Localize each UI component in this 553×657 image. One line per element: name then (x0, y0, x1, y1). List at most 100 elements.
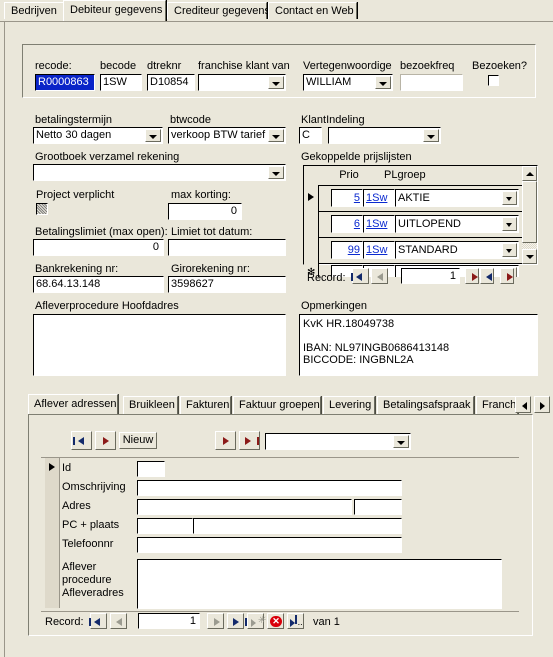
chevron-down-icon[interactable] (502, 191, 517, 205)
becode-input[interactable]: 1SW (100, 74, 142, 91)
grid-vertical-scrollbar[interactable] (522, 166, 537, 264)
table-row[interactable]: 5 1Sw AKTIE (304, 185, 537, 212)
tab-levering[interactable]: Levering (323, 396, 375, 414)
chevron-down-icon[interactable] (145, 129, 161, 142)
subform-last-record-button[interactable] (239, 431, 260, 450)
prijslijsten-previous-record-button[interactable] (371, 268, 388, 284)
betalingstermijn-combo[interactable]: Netto 30 dagen (33, 127, 163, 144)
subform-nav-last-button[interactable] (227, 613, 247, 629)
tab-contact-en-web[interactable]: Contact en Web (268, 2, 357, 19)
grid-cell-plgroep[interactable]: UITLOPEND (395, 215, 519, 233)
table-row[interactable]: 6 1Sw UITLOPEND (304, 211, 537, 238)
vertegenwoordige-combo[interactable]: WILLIAM (303, 74, 393, 91)
chevron-down-icon[interactable] (268, 166, 284, 179)
subform-next-record-button[interactable] (215, 431, 236, 450)
subform-nav-new-record-button[interactable]: ✳ (247, 613, 265, 629)
scroll-up-icon[interactable] (522, 166, 537, 181)
subform-afleverprocedure-textarea[interactable] (137, 559, 502, 609)
tab-bedrijven[interactable]: Bedrijven (4, 2, 72, 19)
tab-betalingsafspraak[interactable]: Betalingsafspraak (377, 396, 474, 414)
subform-nav-previous-button[interactable] (110, 613, 127, 629)
subform-input-plaats[interactable] (193, 518, 402, 534)
tab-faktuur-groepen[interactable]: Faktuur groepen (233, 396, 321, 414)
subform-input-omschrijving[interactable] (137, 480, 402, 496)
prijslijsten-record-number-input[interactable]: 1 (401, 268, 460, 284)
grid-cell-code[interactable]: 1Sw (363, 241, 395, 259)
subform-record-selector-combo[interactable] (265, 433, 411, 450)
betalingslimiet-input[interactable]: 0 (33, 239, 164, 256)
subform-input-id[interactable] (137, 461, 165, 477)
scroll-down-icon[interactable] (522, 249, 537, 264)
grid-cell-code[interactable]: 1Sw (363, 189, 395, 207)
max-korting-input[interactable]: 0 (168, 203, 242, 220)
grid-cell-prio[interactable]: 6 (331, 215, 363, 233)
dtreknr-input[interactable]: D10854 (147, 74, 195, 91)
chevron-down-icon[interactable] (393, 435, 409, 448)
chevron-down-icon[interactable] (268, 76, 284, 89)
grid-cell-plgroep[interactable]: AKTIE (395, 189, 519, 207)
afleverprocedure-hoofdadres-textarea[interactable] (33, 314, 286, 376)
bezoekfreq-input[interactable] (400, 74, 463, 91)
tab-debiteur-gegevens[interactable]: Debiteur gegevens (63, 0, 166, 21)
table-row[interactable]: 99 1Sw STANDARD (304, 237, 537, 264)
recode-input[interactable]: R0000863 (35, 74, 95, 91)
bankrekening-input[interactable]: 68.64.13.148 (33, 276, 164, 293)
grootboek-combo[interactable] (33, 164, 286, 181)
tab-fakturen[interactable]: Fakturen (180, 396, 231, 414)
subform-delete-record-button[interactable]: ✕ (267, 613, 284, 629)
grid-column-plgroep: PLgroep (384, 169, 426, 181)
chevron-down-icon[interactable] (502, 243, 517, 257)
project-verplicht-checkbox[interactable] (36, 203, 48, 215)
grid-header-row: Prio PLgroep (304, 166, 537, 186)
subform-filter-button[interactable]: .. (287, 613, 304, 629)
tab-bruikleen[interactable]: Bruikleen (123, 396, 178, 414)
tab-crediteur-gegevens[interactable]: Crediteur gegevens (167, 2, 270, 19)
grid-cell-prio[interactable]: 5 (331, 189, 363, 207)
girorekening-input[interactable]: 3598627 (168, 276, 286, 293)
subform-row-selector[interactable] (45, 458, 60, 608)
prijslijsten-scroll-left-button[interactable] (480, 268, 494, 284)
subform-input-adres-nr[interactable] (354, 499, 402, 515)
grid-cell-code[interactable]: 1Sw (363, 215, 395, 233)
subform-nav-first-button[interactable] (89, 613, 107, 629)
tab-franchise[interactable]: Franchis (476, 396, 518, 414)
sub-tab-scroll-right-button[interactable] (534, 396, 550, 413)
subform-first-record-button[interactable] (71, 431, 92, 450)
sub-tab-scroll-left-button[interactable] (515, 396, 531, 413)
prijslijsten-last-record-button[interactable] (500, 268, 514, 284)
prijslijsten-grid[interactable]: Prio PLgroep 5 1Sw AKTIE 6 1Sw UITLOPEND… (303, 165, 538, 277)
girorekening-label: Girorekening nr: (171, 263, 250, 275)
row-selector[interactable] (304, 237, 319, 263)
grid-cell-plgroep[interactable]: STANDARD (395, 241, 519, 259)
btwcode-combo[interactable]: verkoop BTW tarief (168, 127, 286, 144)
subform-record-number-input[interactable]: 1 (138, 613, 200, 629)
subform-previous-record-button[interactable] (95, 431, 116, 450)
becode-label: becode (100, 60, 137, 72)
bezoeken-checkbox[interactable] (488, 75, 499, 86)
subform-input-adres[interactable] (137, 499, 352, 515)
chevron-down-icon[interactable] (375, 76, 391, 89)
subform-new-button[interactable]: Nieuw (119, 432, 157, 449)
grid-column-prio: Prio (339, 169, 359, 181)
tab-label: Fakturen (186, 399, 230, 411)
opmerkingen-textarea[interactable]: KvK HR.18049738 IBAN: NL97INGB0686413148… (299, 314, 538, 376)
subform-input-telefoonnr[interactable] (137, 537, 402, 553)
scrollbar-thumb[interactable] (522, 181, 537, 243)
tab-aflever-adressen[interactable]: Aflever adressen (28, 394, 118, 414)
chevron-down-icon[interactable] (423, 129, 439, 142)
franchise-klant-van-combo[interactable] (198, 74, 286, 91)
prijslijsten-next-record-button[interactable] (465, 268, 479, 284)
chevron-down-icon[interactable] (502, 217, 517, 231)
row-selector[interactable] (304, 185, 319, 211)
limiet-tot-datum-input[interactable] (168, 239, 286, 256)
chevron-down-icon[interactable] (268, 129, 284, 142)
tab-label: Faktuur groepen (239, 399, 320, 411)
grid-cell-prio[interactable]: 99 (331, 241, 363, 259)
row-selector[interactable] (304, 211, 319, 237)
klantindeling-code-input[interactable]: C (299, 127, 322, 144)
combo-value: Netto 30 dagen (36, 129, 112, 141)
subform-nav-next-button[interactable] (207, 613, 224, 629)
subform-input-postcode[interactable] (137, 518, 193, 534)
prijslijsten-first-record-button[interactable] (351, 268, 369, 284)
klantindeling-combo[interactable] (328, 127, 441, 144)
